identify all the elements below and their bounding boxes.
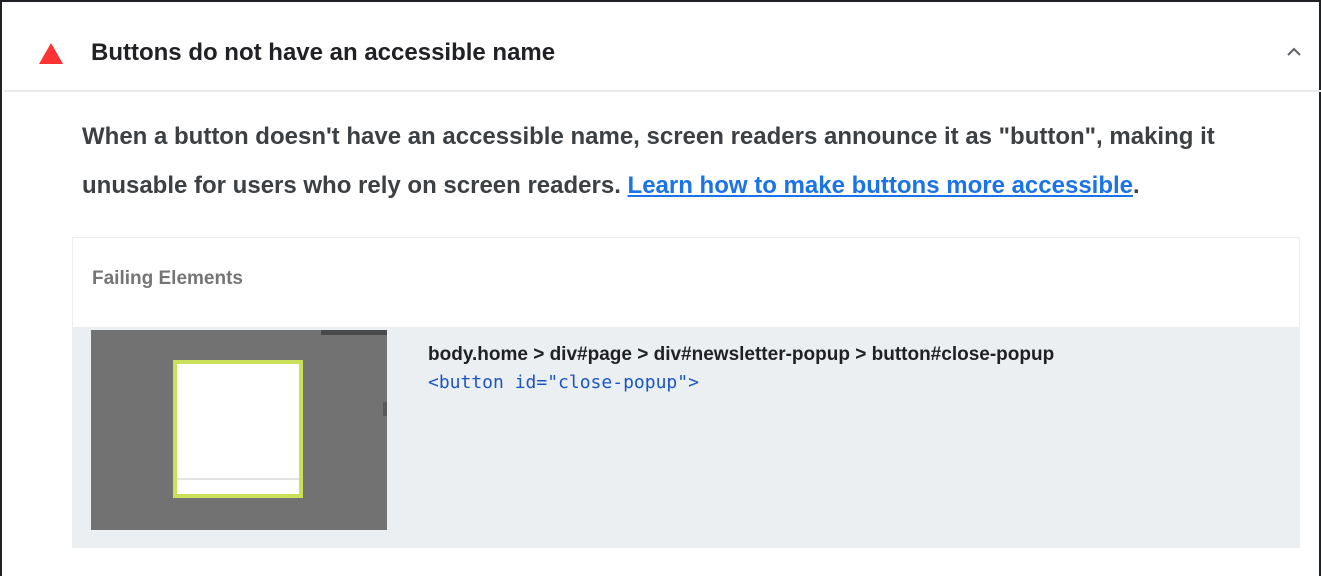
table-header: Failing Elements	[73, 238, 1299, 328]
table-row[interactable]: body.home > div#page > div#newsletter-po…	[73, 328, 1299, 547]
node-selector: body.home > div#page > div#newsletter-po…	[428, 344, 1055, 365]
audit-title: Buttons do not have an accessible name	[91, 39, 556, 66]
table-header-label: Failing Elements	[92, 268, 243, 289]
element-screenshot-thumbnail	[91, 330, 387, 530]
audit-description: When a button doesn't have an accessible…	[82, 112, 1302, 210]
element-highlight-box	[173, 360, 303, 498]
triangle-fail-icon	[39, 43, 63, 64]
description-end: .	[1133, 172, 1140, 199]
node-snippet: <button id="close-popup">	[428, 372, 699, 393]
failing-elements-table: Failing Elements body.home > div#page > …	[72, 237, 1300, 548]
thumbnail-edge	[383, 402, 387, 416]
audit-header[interactable]: Buttons do not have an accessible name	[4, 4, 1321, 92]
highlight-divider	[177, 478, 299, 480]
learn-more-link[interactable]: Learn how to make buttons more accessibl…	[628, 172, 1133, 199]
chevron-up-icon[interactable]	[1284, 42, 1304, 62]
thumbnail-bar	[321, 330, 387, 335]
audit-panel: Buttons do not have an accessible name W…	[0, 0, 1321, 576]
